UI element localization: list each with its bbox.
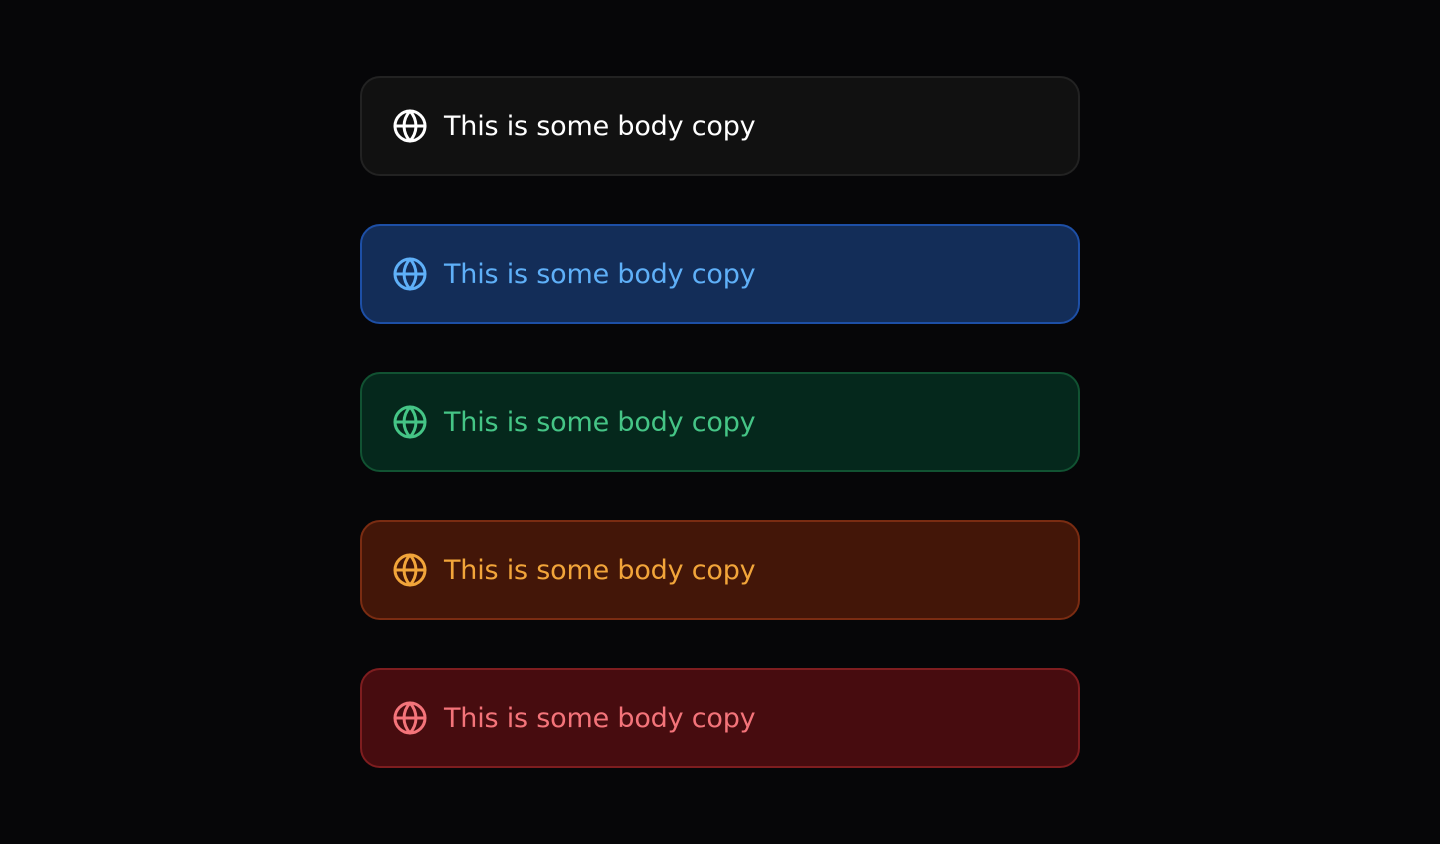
alert-text: This is some body copy xyxy=(444,406,756,438)
globe-icon xyxy=(392,404,428,440)
alert-warning: This is some body copy xyxy=(360,520,1080,620)
alert-stack: This is some body copy This is some body… xyxy=(360,76,1080,768)
globe-icon xyxy=(392,552,428,588)
alert-text: This is some body copy xyxy=(444,702,756,734)
alert-text: This is some body copy xyxy=(444,110,756,142)
alert-success: This is some body copy xyxy=(360,372,1080,472)
alert-error: This is some body copy xyxy=(360,668,1080,768)
alert-default: This is some body copy xyxy=(360,76,1080,176)
globe-icon xyxy=(392,256,428,292)
globe-icon xyxy=(392,700,428,736)
alert-text: This is some body copy xyxy=(444,554,756,586)
alert-text: This is some body copy xyxy=(444,258,756,290)
globe-icon xyxy=(392,108,428,144)
alert-info: This is some body copy xyxy=(360,224,1080,324)
